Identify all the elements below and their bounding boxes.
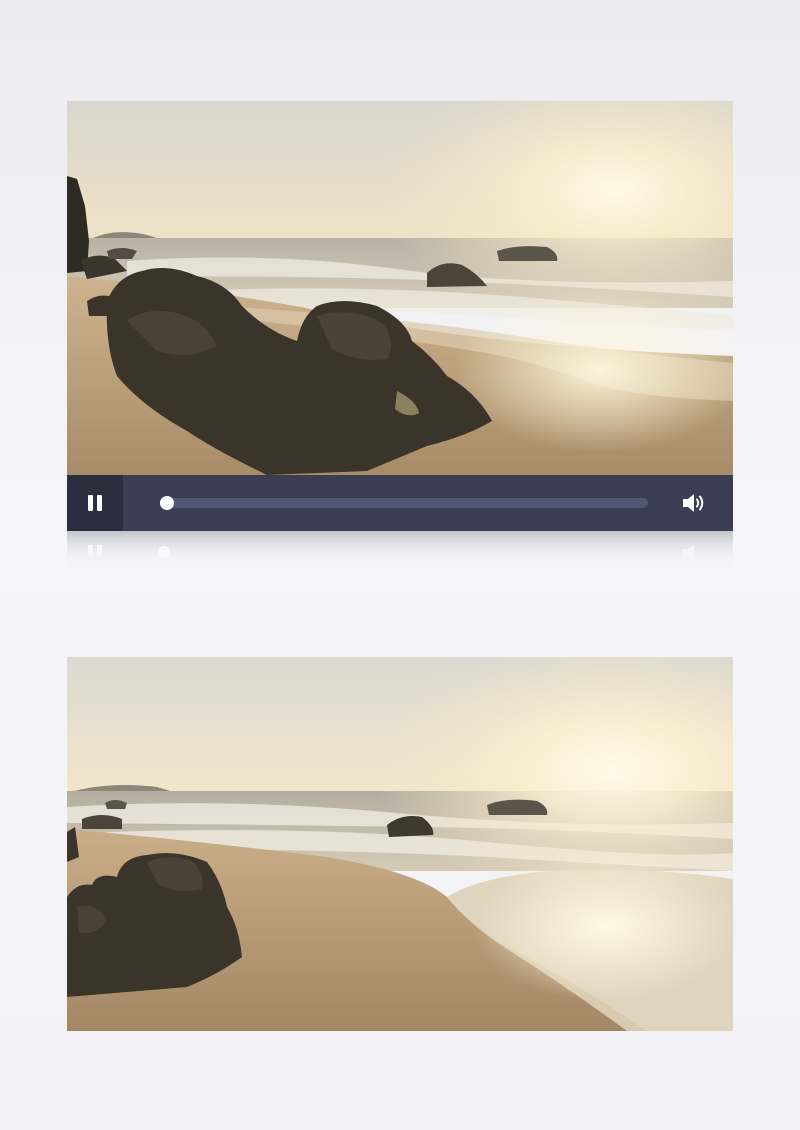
- progress-track[interactable]: [160, 496, 648, 510]
- volume-icon: [683, 494, 704, 512]
- volume-button[interactable]: [681, 491, 707, 515]
- video-frame-preview[interactable]: [67, 657, 733, 1031]
- controls-reflection: [67, 531, 733, 571]
- beach-sunset-image: [67, 657, 733, 1031]
- video-controls-bar: [67, 475, 733, 531]
- progress-knob[interactable]: [160, 496, 175, 510]
- beach-sunset-image: [67, 101, 733, 475]
- pause-button[interactable]: [67, 475, 123, 531]
- video-frame[interactable]: [67, 101, 733, 475]
